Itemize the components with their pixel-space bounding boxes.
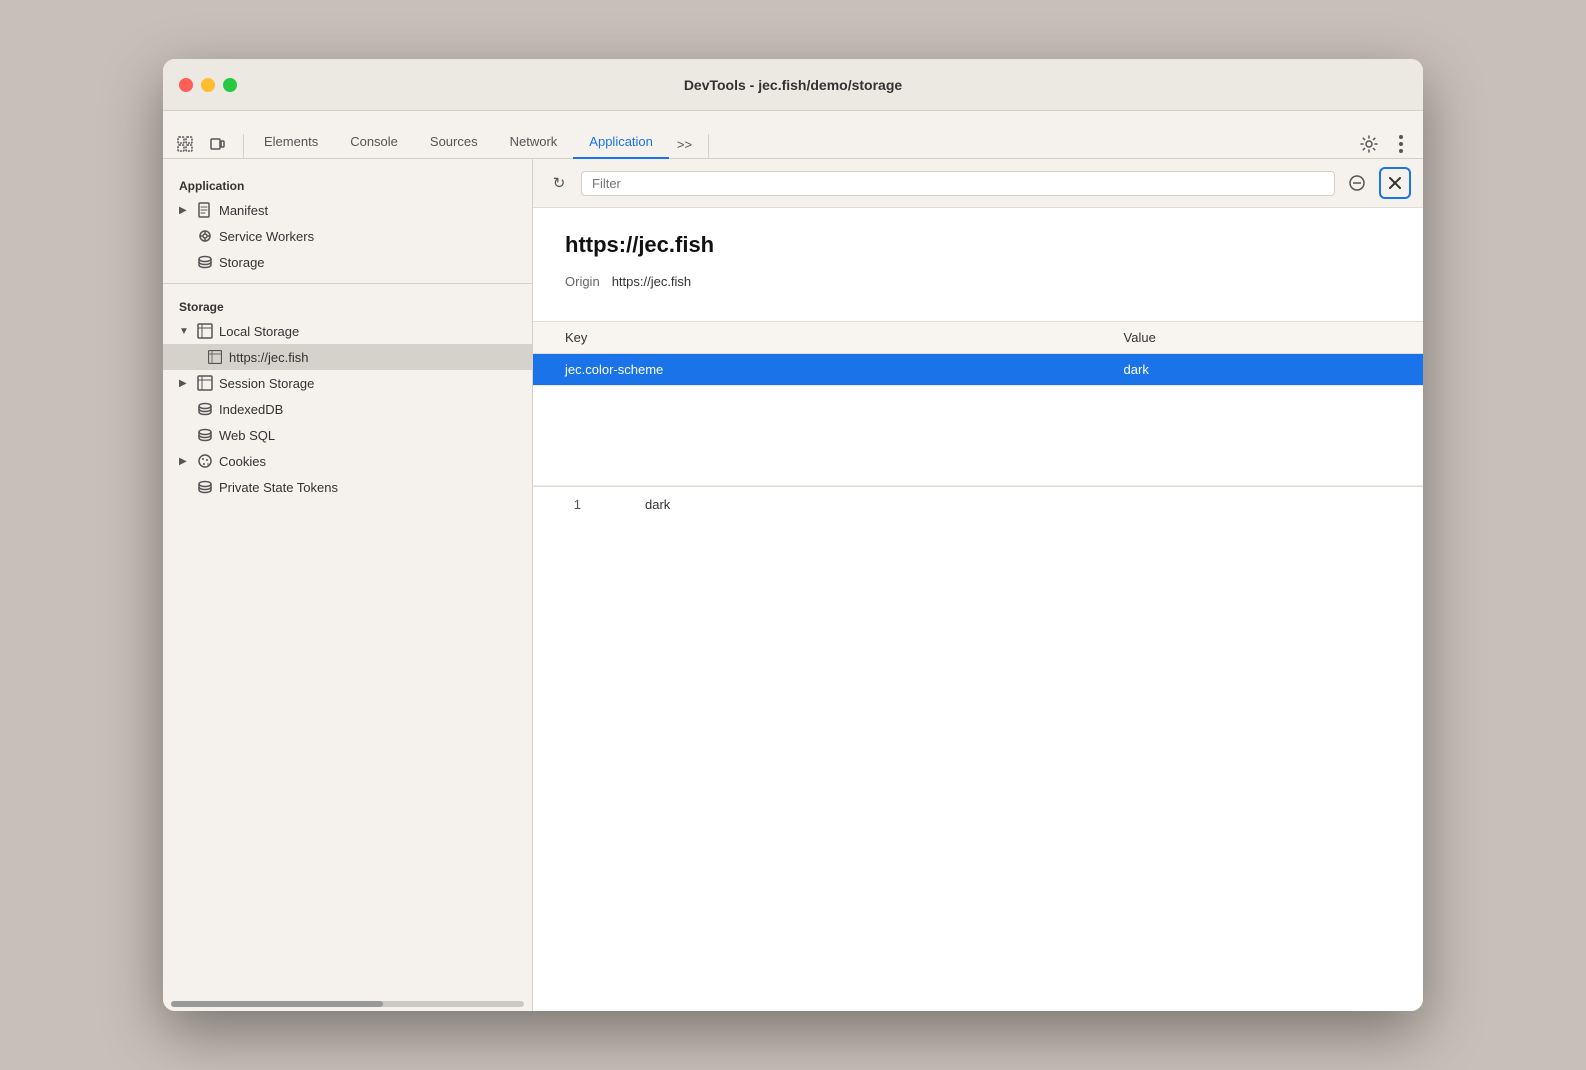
sidebar-item-jec-fish[interactable]: https://jec.fish bbox=[163, 344, 532, 370]
tab-console[interactable]: Console bbox=[334, 126, 414, 159]
sidebar-item-indexeddb[interactable]: ▶ IndexedDB bbox=[163, 396, 532, 422]
session-storage-arrow-icon: ▶ bbox=[179, 378, 191, 389]
sidebar-scrollbar[interactable] bbox=[171, 1001, 524, 1007]
devtools-window: DevTools - jec.fish/demo/storage bbox=[163, 59, 1423, 1011]
bottom-index: 1 bbox=[533, 487, 613, 522]
devtools-tabs: Elements Console Sources Network Applica… bbox=[163, 111, 1423, 159]
storage-app-label: Storage bbox=[219, 255, 265, 270]
session-storage-icon bbox=[197, 375, 213, 391]
table-empty-cell bbox=[533, 386, 1423, 486]
origin-section: https://jec.fish Origin https://jec.fish bbox=[533, 208, 1423, 321]
private-state-tokens-label: Private State Tokens bbox=[219, 480, 338, 495]
tabs-more-button[interactable]: >> bbox=[669, 131, 700, 158]
origin-url-heading: https://jec.fish bbox=[565, 232, 1391, 258]
web-sql-icon bbox=[197, 427, 213, 443]
local-storage-label: Local Storage bbox=[219, 324, 299, 339]
indexeddb-label: IndexedDB bbox=[219, 402, 283, 417]
origin-row: Origin https://jec.fish bbox=[565, 274, 1391, 289]
session-storage-label: Session Storage bbox=[219, 376, 314, 391]
application-section-title: Application bbox=[163, 171, 532, 197]
storage-section-title: Storage bbox=[163, 292, 532, 318]
settings-icon[interactable] bbox=[1355, 130, 1383, 158]
titlebar: DevTools - jec.fish/demo/storage bbox=[163, 59, 1423, 111]
devtools-actions bbox=[1355, 130, 1415, 158]
manifest-label: Manifest bbox=[219, 203, 268, 218]
sidebar: Application ▶ Manifest ▶ bbox=[163, 159, 533, 1011]
tab-network[interactable]: Network bbox=[494, 126, 574, 159]
service-workers-label: Service Workers bbox=[219, 229, 314, 244]
panel-content: https://jec.fish Origin https://jec.fish… bbox=[533, 208, 1423, 1011]
sidebar-item-web-sql[interactable]: ▶ Web SQL bbox=[163, 422, 532, 448]
sidebar-item-local-storage[interactable]: ▼ Local Storage bbox=[163, 318, 532, 344]
sidebar-item-cookies[interactable]: ▶ Cookies bbox=[163, 448, 532, 474]
manifest-icon bbox=[197, 202, 213, 218]
bottom-empty-row bbox=[533, 522, 1423, 582]
more-options-icon[interactable] bbox=[1387, 130, 1415, 158]
close-button[interactable] bbox=[179, 78, 193, 92]
cursor-icon[interactable] bbox=[171, 130, 199, 158]
main-content: Application ▶ Manifest ▶ bbox=[163, 159, 1423, 1011]
indexeddb-icon bbox=[197, 401, 213, 417]
tab-elements[interactable]: Elements bbox=[248, 126, 334, 159]
sidebar-item-session-storage[interactable]: ▶ Session Storage bbox=[163, 370, 532, 396]
tab-icon-group bbox=[171, 130, 231, 158]
tab-application[interactable]: Application bbox=[573, 126, 669, 159]
storage-table: Key Value jec.color-scheme dark bbox=[533, 322, 1423, 486]
origin-label: Origin bbox=[565, 274, 600, 289]
panel-toolbar: ↻ bbox=[533, 159, 1423, 208]
window-title: DevTools - jec.fish/demo/storage bbox=[684, 77, 902, 93]
sidebar-item-private-state-tokens[interactable]: ▶ Private State Tokens bbox=[163, 474, 532, 500]
key-column-header: Key bbox=[533, 322, 1092, 354]
local-storage-icon bbox=[197, 323, 213, 339]
bottom-row[interactable]: 1 dark bbox=[533, 487, 1423, 522]
private-state-tokens-icon bbox=[197, 479, 213, 495]
sidebar-item-service-workers[interactable]: ▶ Service Workers bbox=[163, 223, 532, 249]
cookies-icon bbox=[197, 453, 213, 469]
refresh-button[interactable]: ↻ bbox=[545, 169, 573, 197]
cookies-label: Cookies bbox=[219, 454, 266, 469]
devtools-body: Elements Console Sources Network Applica… bbox=[163, 111, 1423, 1011]
jec-fish-icon bbox=[207, 349, 223, 365]
device-icon[interactable] bbox=[203, 130, 231, 158]
table-empty-row bbox=[533, 386, 1423, 486]
refresh-icon: ↻ bbox=[553, 174, 566, 192]
traffic-lights bbox=[179, 78, 237, 92]
bottom-value: dark bbox=[613, 487, 1423, 522]
main-panel: ↻ bbox=[533, 159, 1423, 1011]
cookies-arrow-icon: ▶ bbox=[179, 456, 191, 467]
tab-sources[interactable]: Sources bbox=[414, 126, 494, 159]
bottom-empty-cell bbox=[533, 522, 1423, 582]
minimize-button[interactable] bbox=[201, 78, 215, 92]
sidebar-item-manifest[interactable]: ▶ Manifest bbox=[163, 197, 532, 223]
origin-value: https://jec.fish bbox=[612, 274, 691, 289]
bottom-section: 1 dark bbox=[533, 486, 1423, 582]
fullscreen-button[interactable] bbox=[223, 78, 237, 92]
table-cell-key: jec.color-scheme bbox=[533, 354, 1092, 386]
storage-app-icon bbox=[197, 254, 213, 270]
close-filter-button[interactable] bbox=[1379, 167, 1411, 199]
sidebar-item-storage-app[interactable]: ▶ Storage bbox=[163, 249, 532, 275]
value-column-header: Value bbox=[1092, 322, 1423, 354]
sidebar-scrollbar-thumb bbox=[171, 1001, 383, 1007]
web-sql-label: Web SQL bbox=[219, 428, 275, 443]
bottom-table: 1 dark bbox=[533, 487, 1423, 582]
table-cell-value: dark bbox=[1092, 354, 1423, 386]
manifest-arrow-icon: ▶ bbox=[179, 205, 191, 216]
sidebar-divider-1 bbox=[163, 283, 532, 284]
service-workers-icon bbox=[197, 228, 213, 244]
table-row[interactable]: jec.color-scheme dark bbox=[533, 354, 1423, 386]
clear-button[interactable] bbox=[1343, 169, 1371, 197]
jec-fish-url-label: https://jec.fish bbox=[229, 350, 308, 365]
filter-input[interactable] bbox=[581, 171, 1335, 196]
local-storage-arrow-icon: ▼ bbox=[179, 326, 191, 337]
